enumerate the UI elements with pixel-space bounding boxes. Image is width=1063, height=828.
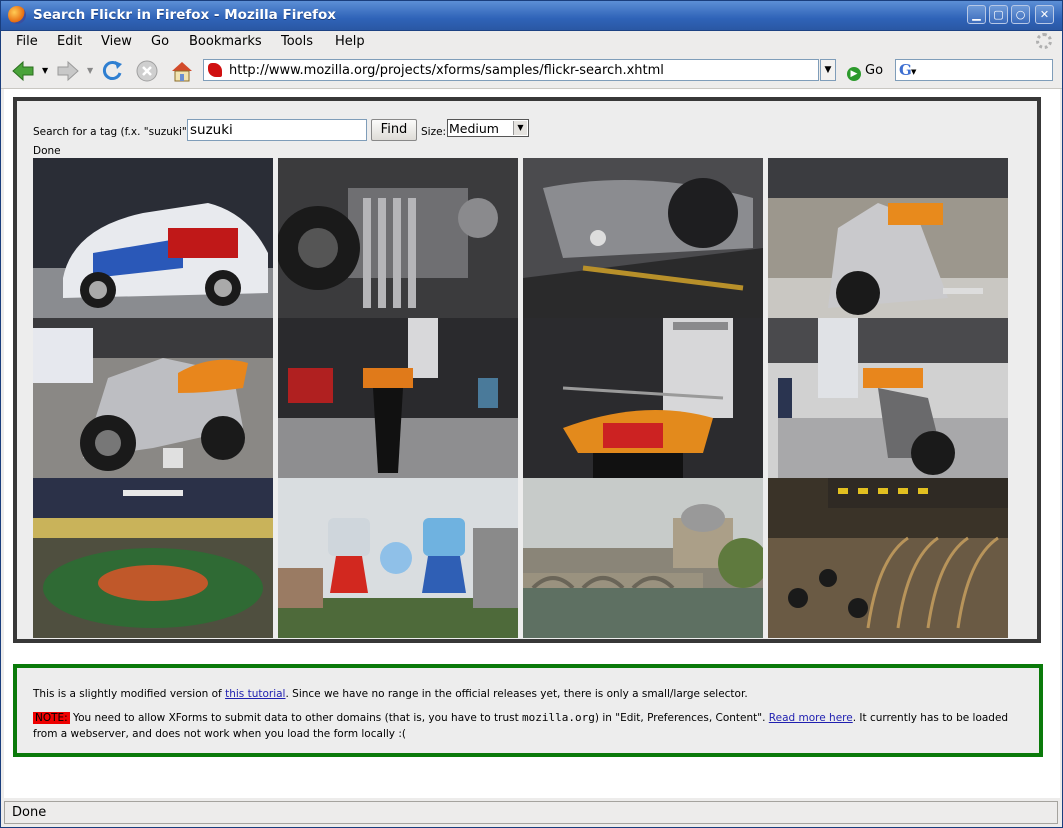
domain-code: mozilla.org bbox=[522, 711, 595, 724]
note-text: . Since we have no range in the official… bbox=[285, 688, 748, 700]
size-selected-value: Medium bbox=[449, 121, 499, 136]
tutorial-link[interactable]: this tutorial bbox=[225, 688, 285, 700]
stop-button[interactable] bbox=[134, 58, 160, 84]
menu-bar: File Edit View Go Bookmarks Tools Help bbox=[1, 31, 1062, 53]
note-text: ) in "Edit, Preferences, Content". bbox=[594, 712, 769, 724]
size-select[interactable]: Medium ▼ bbox=[447, 119, 529, 137]
tag-search-input[interactable] bbox=[187, 119, 367, 141]
url-field[interactable]: http://www.mozilla.org/projects/xforms/s… bbox=[203, 59, 819, 81]
restore-button[interactable]: ▢ bbox=[989, 5, 1008, 24]
photo-orange-motorcycle-crowd[interactable] bbox=[768, 318, 1008, 478]
note-paragraph-1: This is a slightly modified version of t… bbox=[33, 686, 1023, 702]
photo-motorcycle-frame-closeup[interactable] bbox=[523, 158, 763, 318]
note-text: You need to allow XForms to submit data … bbox=[69, 712, 523, 724]
photo-orange-motorcycle-showfloor[interactable] bbox=[768, 158, 1008, 318]
firefox-icon bbox=[8, 6, 26, 24]
flickr-search-panel: Search for a tag (f.x. "suzuki"): Find S… bbox=[13, 97, 1041, 643]
search-engine-chevron-icon[interactable]: ▼ bbox=[911, 68, 916, 76]
photo-motorcycle-taillight-suzuki-sign[interactable] bbox=[523, 318, 763, 478]
site-favicon-icon bbox=[208, 63, 222, 77]
navigation-toolbar: ▼ ▼ http://www.mozilla.org/projects/xfor… bbox=[1, 54, 1062, 89]
menu-edit[interactable]: Edit bbox=[57, 34, 82, 49]
activity-throbber-icon bbox=[1036, 33, 1052, 49]
size-dropdown-icon[interactable]: ▼ bbox=[513, 121, 527, 135]
photo-olympic-mascots-statue[interactable] bbox=[278, 478, 518, 638]
photo-grid bbox=[33, 158, 1008, 638]
back-history-chevron-icon[interactable]: ▼ bbox=[42, 66, 48, 75]
menu-file[interactable]: File bbox=[16, 34, 38, 49]
url-text: http://www.mozilla.org/projects/xforms/s… bbox=[229, 63, 664, 78]
reload-button[interactable] bbox=[99, 58, 125, 84]
forward-button[interactable] bbox=[55, 58, 81, 84]
google-icon[interactable]: G bbox=[899, 61, 912, 79]
status-text: Done bbox=[12, 805, 47, 820]
window-title: Search Flickr in Firefox - Mozilla Firef… bbox=[33, 7, 337, 23]
photo-arena-crowd-green[interactable] bbox=[33, 478, 273, 638]
close-button[interactable]: ✕ bbox=[1035, 5, 1054, 24]
menu-view[interactable]: View bbox=[101, 34, 132, 49]
minimize-button[interactable]: ▁ bbox=[967, 5, 986, 24]
back-button[interactable] bbox=[10, 58, 36, 84]
note-paragraph-2: NOTE: You need to allow XForms to submit… bbox=[33, 710, 1023, 742]
tag-label: Search for a tag (f.x. "suzuki"): bbox=[33, 126, 195, 138]
maximize-button[interactable]: ○ bbox=[1011, 5, 1030, 24]
title-bar[interactable]: Search Flickr in Firefox - Mozilla Firef… bbox=[1, 1, 1062, 31]
note-text: This is a slightly modified version of bbox=[33, 688, 226, 700]
go-button[interactable]: ▶ Go bbox=[847, 63, 883, 81]
search-status: Done bbox=[33, 145, 61, 157]
go-label: Go bbox=[865, 63, 884, 78]
photo-suzuki-sx4-rally-car[interactable] bbox=[33, 158, 273, 318]
photo-motorcycle-engine-closeup[interactable] bbox=[278, 158, 518, 318]
forward-history-chevron-icon[interactable]: ▼ bbox=[87, 66, 93, 75]
url-history-dropdown-icon[interactable]: ▼ bbox=[820, 59, 836, 81]
photo-orange-silver-motorcycle[interactable] bbox=[33, 318, 273, 478]
search-field[interactable]: G ▼ bbox=[895, 59, 1053, 81]
menu-bookmarks[interactable]: Bookmarks bbox=[189, 34, 262, 49]
photo-concert-hall-harps[interactable] bbox=[768, 478, 1008, 638]
browser-window: Search Flickr in Firefox - Mozilla Firef… bbox=[0, 0, 1063, 828]
photo-turin-bridge-river[interactable] bbox=[523, 478, 763, 638]
home-button[interactable] bbox=[169, 58, 195, 84]
size-label: Size: bbox=[421, 126, 447, 138]
read-more-link[interactable]: Read more here bbox=[769, 712, 853, 724]
menu-help[interactable]: Help bbox=[335, 34, 365, 49]
find-button[interactable]: Find bbox=[371, 119, 417, 141]
go-arrow-icon: ▶ bbox=[847, 67, 861, 81]
status-bar: Done bbox=[4, 801, 1058, 824]
menu-tools[interactable]: Tools bbox=[281, 34, 313, 49]
photo-motorcycle-rear-suzuki-booth[interactable] bbox=[278, 318, 518, 478]
note-label-badge: NOTE: bbox=[33, 712, 70, 724]
note-panel: This is a slightly modified version of t… bbox=[13, 664, 1043, 757]
page-content: Search for a tag (f.x. "suzuki"): Find S… bbox=[4, 89, 1060, 798]
menu-go[interactable]: Go bbox=[151, 34, 169, 49]
